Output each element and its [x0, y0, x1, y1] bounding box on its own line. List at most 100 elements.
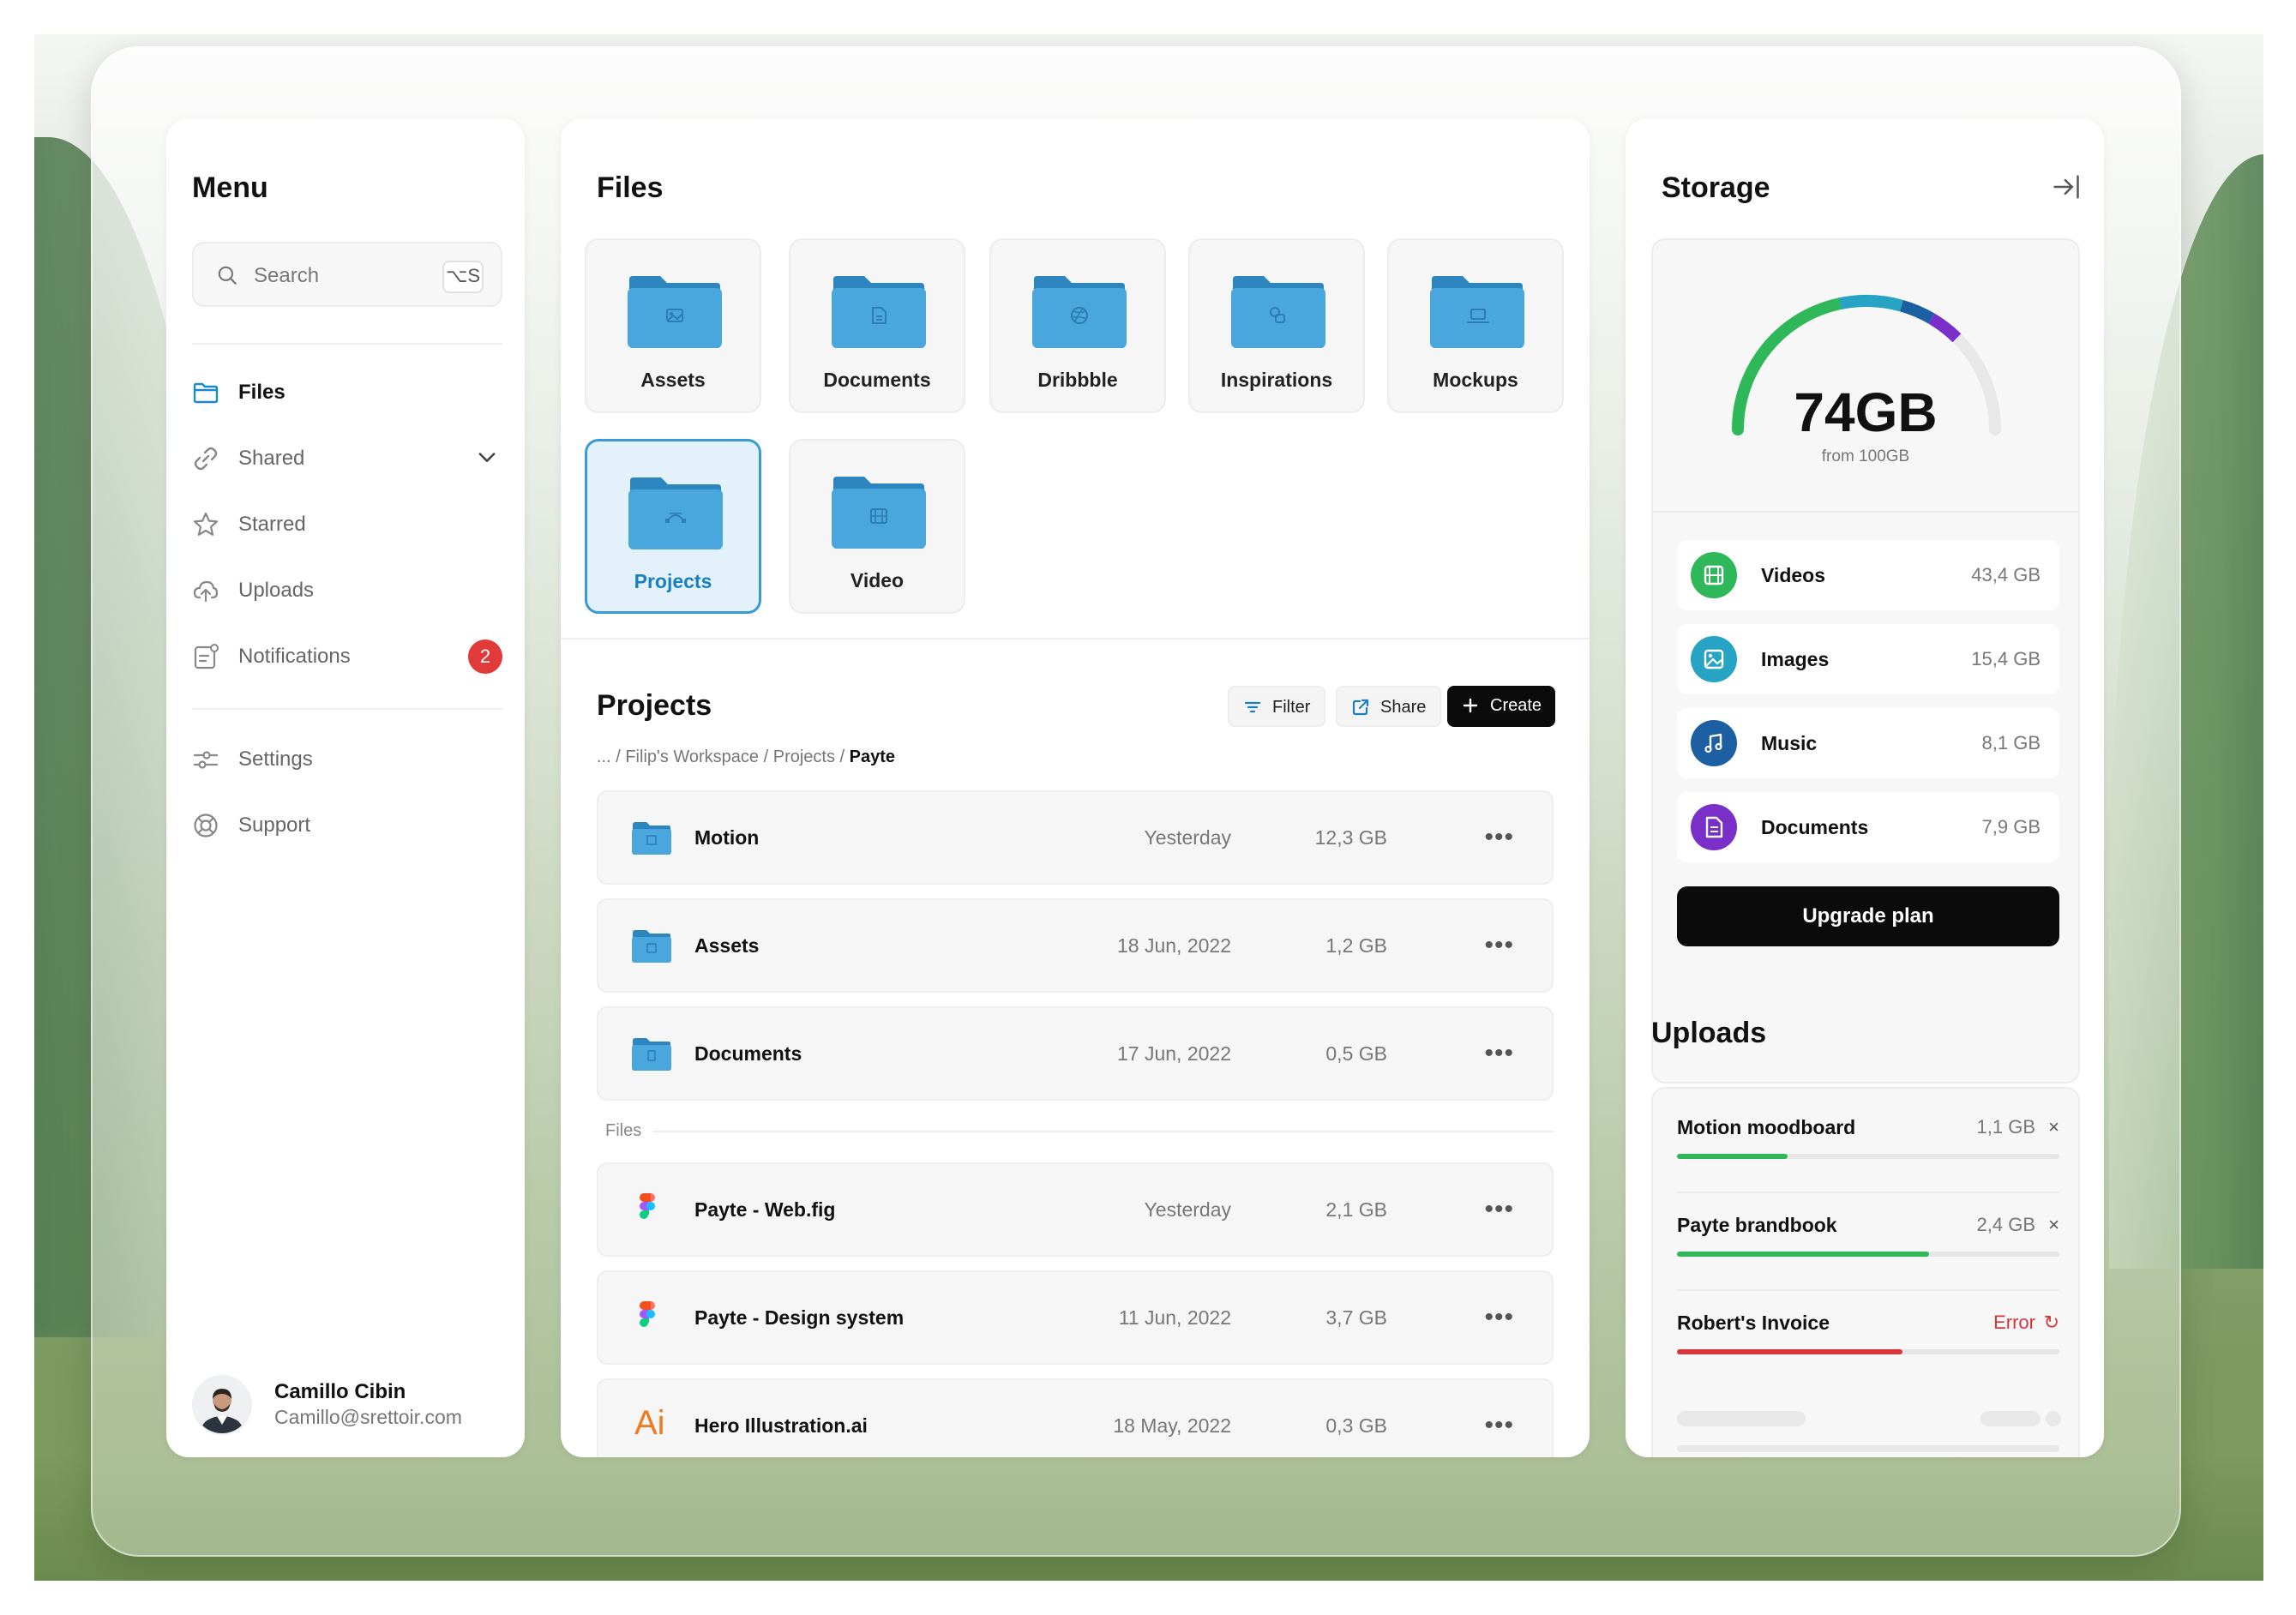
files-divider: [653, 1131, 1554, 1132]
file-row[interactable]: Ai Hero Illustration.ai 18 May, 2022 0,3…: [597, 1378, 1554, 1457]
uploads-title: Uploads: [1651, 1017, 1767, 1049]
search-input[interactable]: Search ⌥S: [192, 242, 502, 307]
search-icon: [218, 266, 237, 285]
breadcrumb[interactable]: ... / Filip's Workspace / Projects / Pay…: [597, 747, 895, 767]
file-row[interactable]: Payte - Web.fig Yesterday 2,1 GB •••: [597, 1162, 1554, 1257]
folder-row[interactable]: Assets 18 Jun, 2022 1,2 GB •••: [597, 898, 1554, 993]
nav-item-notifications[interactable]: Notifications 2: [192, 631, 502, 682]
retry-upload-button[interactable]: ↻: [2044, 1312, 2059, 1334]
storage-used: 74GB: [1794, 381, 1938, 443]
filter-button-label: Filter: [1272, 698, 1311, 717]
folder-icon: [1032, 276, 1127, 348]
row-date: 18 Jun, 2022: [1116, 934, 1231, 957]
files-label: Files: [605, 1121, 642, 1140]
nav-item-settings[interactable]: Settings: [192, 734, 502, 785]
breadcrumb-path[interactable]: ... / Filip's Workspace / Projects /: [597, 747, 850, 766]
folder-row[interactable]: Motion Yesterday 12,3 GB •••: [597, 790, 1554, 885]
filter-button[interactable]: Filter: [1228, 686, 1326, 727]
folder-mockups[interactable]: Mockups: [1387, 238, 1564, 413]
star-icon: [193, 512, 219, 536]
row-name: Payte - Design system: [694, 1306, 905, 1329]
row-name: Motion: [694, 826, 760, 849]
folder-label: Documents: [823, 369, 931, 391]
chevron-down-icon[interactable]: [475, 445, 499, 469]
folder-video[interactable]: Video: [789, 439, 965, 614]
nav-label: Notifications: [238, 645, 351, 668]
more-options-button[interactable]: •••: [1484, 1411, 1514, 1440]
user-name: Camillo Cibin: [274, 1380, 406, 1403]
share-button[interactable]: Share: [1336, 686, 1442, 727]
folder-row[interactable]: Documents 17 Jun, 2022 0,5 GB •••: [597, 1006, 1554, 1101]
folder-assets[interactable]: Assets: [585, 238, 761, 413]
cancel-upload-button[interactable]: ×: [2048, 1116, 2059, 1138]
film-icon: [1691, 552, 1737, 598]
nav-item-files[interactable]: Files: [192, 367, 502, 418]
row-date: Yesterday: [1144, 826, 1231, 849]
row-size: 0,5 GB: [1325, 1042, 1387, 1065]
folder-inspirations[interactable]: Inspirations: [1188, 238, 1365, 413]
nav-item-uploads[interactable]: Uploads: [192, 565, 502, 616]
gauge-segment-images: [1838, 295, 1903, 312]
menu-title: Menu: [192, 171, 268, 204]
upload-error-status: Error: [1993, 1312, 2035, 1333]
more-options-button[interactable]: •••: [1484, 1039, 1514, 1068]
search-placeholder: Search: [254, 264, 320, 287]
nav-item-starred[interactable]: Starred: [192, 499, 502, 550]
more-options-button[interactable]: •••: [1484, 1303, 1514, 1332]
user-profile[interactable]: Camillo Cibin Camillo@srettoir.com: [192, 1375, 509, 1435]
row-date: 17 Jun, 2022: [1116, 1042, 1231, 1065]
projects-title: Projects: [597, 689, 712, 722]
storage-category-music[interactable]: Music 8,1 GB: [1677, 708, 2059, 778]
music-icon: [1691, 720, 1737, 766]
storage-category-documents[interactable]: Documents 7,9 GB: [1677, 792, 2059, 862]
cancel-upload-button[interactable]: ×: [2048, 1214, 2059, 1236]
more-options-button[interactable]: •••: [1484, 931, 1514, 960]
filter-icon: [1244, 701, 1261, 713]
folder-documents[interactable]: Documents: [789, 238, 965, 413]
files-panel: Files Assets Documents Dribbble Inspirat…: [561, 118, 1590, 1457]
files-title: Files: [597, 171, 664, 204]
upload-divider: [1677, 1289, 2059, 1291]
avatar: [192, 1375, 252, 1435]
upload-progress-fill: [1677, 1154, 1788, 1159]
folder-dribbble[interactable]: Dribbble: [989, 238, 1166, 413]
folder-film-icon: [632, 822, 671, 855]
storage-category-videos[interactable]: Videos 43,4 GB: [1677, 540, 2059, 610]
upgrade-plan-button[interactable]: Upgrade plan: [1677, 886, 2059, 946]
row-date: 18 May, 2022: [1113, 1414, 1231, 1437]
folder-icon: [628, 477, 723, 549]
nav-label: Support: [238, 814, 311, 837]
illustrator-icon: Ai: [634, 1404, 665, 1442]
gauge-segment-documents: [1928, 313, 1962, 343]
gauge-segment-music: [1899, 299, 1935, 324]
folder-icon: [832, 477, 926, 549]
row-size: 0,3 GB: [1325, 1414, 1387, 1437]
create-button[interactable]: Create: [1447, 686, 1556, 727]
category-size: 43,4 GB: [1971, 564, 2041, 585]
folder-projects[interactable]: Projects: [585, 439, 761, 614]
settings-sliders-icon: [193, 751, 219, 769]
folder-icon: [1430, 276, 1524, 348]
menu-divider: [192, 343, 502, 345]
search-shortcut: ⌥S: [442, 261, 484, 293]
row-name: Payte - Web.fig: [694, 1198, 836, 1221]
upload-item: Payte brandbook 2,4 GB ×: [1677, 1195, 2059, 1291]
collapse-panel-icon[interactable]: [2051, 171, 2082, 202]
upload-size: 1,1 GB: [1976, 1116, 2035, 1138]
file-row[interactable]: Payte - Design system 11 Jun, 2022 3,7 G…: [597, 1270, 1554, 1365]
nav-label: Uploads: [238, 579, 315, 602]
category-name: Images: [1761, 648, 1830, 670]
category-name: Documents: [1761, 816, 1869, 838]
nav-item-shared[interactable]: Shared: [192, 433, 502, 484]
storage-category-images[interactable]: Images 15,4 GB: [1677, 624, 2059, 694]
row-name: Documents: [694, 1042, 802, 1065]
more-options-button[interactable]: •••: [1484, 823, 1514, 852]
loading-placeholder: [2046, 1411, 2061, 1426]
nav-item-support[interactable]: Support: [192, 800, 502, 851]
cloud-upload-icon: [193, 580, 219, 603]
storage-card: 74GB from 100GB Videos 43,4 GB Images 15…: [1651, 238, 2080, 1084]
row-size: 2,1 GB: [1325, 1198, 1387, 1221]
folder-label: Mockups: [1433, 369, 1518, 391]
more-options-button[interactable]: •••: [1484, 1195, 1514, 1224]
category-name: Videos: [1761, 564, 1825, 586]
